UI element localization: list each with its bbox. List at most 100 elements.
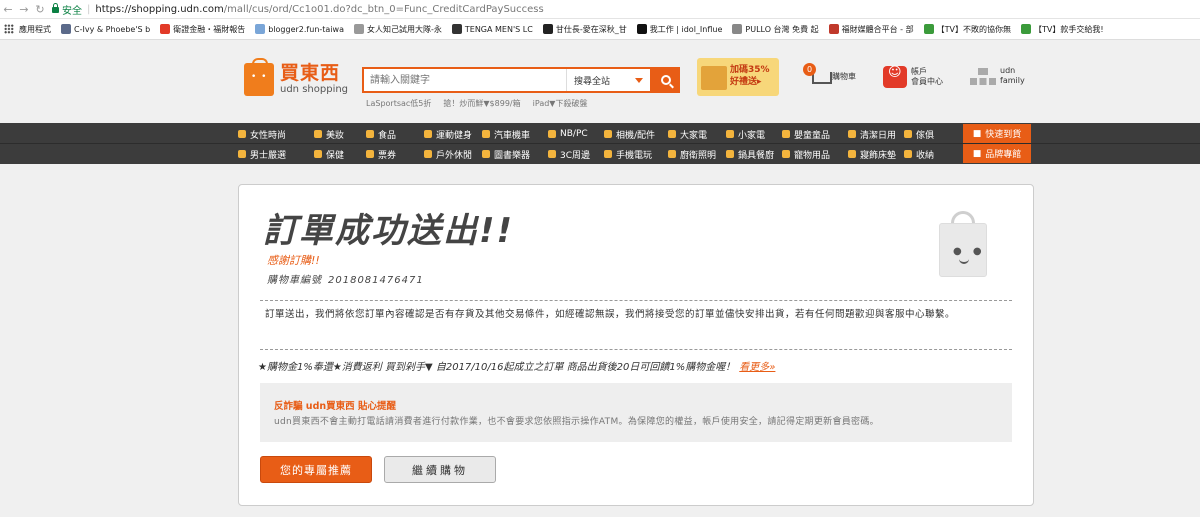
bookmark-item[interactable]: TENGA MEN'S LC — [451, 24, 533, 34]
category-label: 鍋具餐廚 — [738, 150, 775, 161]
hot-keyword[interactable]: iPad▼下殺破盤 — [533, 98, 588, 109]
hot-keyword[interactable]: LaSportsac低5折 — [366, 98, 431, 109]
category-link[interactable]: 3C周邊 — [548, 148, 604, 161]
category-label: 票券 — [378, 150, 397, 161]
bookmark-item[interactable]: 福財媒體合平台 - 部 — [828, 24, 914, 35]
category-link[interactable]: 女性時尚 — [238, 128, 314, 141]
category-link[interactable]: 汽車機車 — [482, 128, 548, 141]
member-label-2: 會員中心 — [911, 77, 943, 86]
notice-body: udn買東西不會主動打電話請消費者進行付款作業，也不會要求您依照指示操作ATM。… — [274, 417, 879, 427]
category-link[interactable]: 廚衛照明 — [668, 148, 726, 161]
bookmark-item[interactable]: 【TV】不敗的協你無 — [923, 24, 1011, 35]
order-number-label: 購物車編號 — [267, 275, 322, 286]
see-more-link[interactable]: 看更多» — [739, 362, 775, 373]
category-link[interactable]: 食品 — [366, 128, 424, 141]
brand-hall-link[interactable]: ■ 品牌專館 — [963, 144, 1031, 163]
category-row-1: 女性時尚 美妝 食品 運動健身 汽車機車 NB/PC 相機/配件 大家電 小家電 嬰童童品 清潔日用… — [238, 124, 958, 144]
category-icon — [782, 150, 790, 158]
shopping-bag-icon: ● ● — [939, 211, 987, 277]
bookmark-favicon-icon — [542, 24, 553, 34]
category-link[interactable]: 票券 — [366, 148, 424, 161]
family-label-2: family — [1000, 76, 1025, 85]
promo-banner[interactable]: 加碼35% 好禮送▸ — [697, 58, 779, 96]
category-icon — [424, 150, 432, 158]
sitemap-icon — [970, 66, 996, 86]
category-label: 相機/配件 — [616, 130, 656, 141]
category-label: 廚衛照明 — [680, 150, 717, 161]
bookmark-label: TENGA MEN'S LC — [464, 24, 533, 34]
bookmark-item[interactable]: 衛證金融・福財報告 — [160, 24, 245, 35]
bookmark-label: 福財媒體合平台 - 部 — [841, 24, 914, 34]
cashback-text: ★購物金1%奉還★消費返利 買到剁手▼ 自2017/10/16起成立之訂單 商品… — [258, 362, 736, 373]
anti-fraud-notice: 反詐騙 udn買東西 貼心提醒 udn買東西不會主動打電話請消費者進行付款作業，… — [260, 383, 1012, 442]
category-link[interactable]: 鍋具餐廚 — [726, 148, 782, 161]
category-link[interactable]: 美妝 — [314, 128, 366, 141]
category-link[interactable]: 傢俱 — [904, 128, 958, 141]
category-link[interactable]: 寢飾床墊 — [848, 148, 904, 161]
bookmark-favicon-icon — [828, 24, 839, 34]
category-link[interactable]: 收納 — [904, 148, 958, 161]
category-icon — [548, 150, 556, 158]
cart-link[interactable]: 0 購物車 — [803, 63, 856, 88]
category-link[interactable]: 手機電玩 — [604, 148, 668, 161]
category-icon — [366, 130, 374, 138]
back-icon[interactable]: ← — [0, 3, 16, 16]
secure-indicator[interactable]: 安全 — [52, 2, 82, 17]
category-icon — [904, 130, 912, 138]
url-field[interactable]: https://shopping.udn.com/mall/cus/ord/Cc… — [95, 4, 543, 15]
category-link[interactable]: 相機/配件 — [604, 128, 668, 141]
category-link[interactable]: 保健 — [314, 148, 366, 161]
browser-address-bar: ← → ↻ 安全 | https://shopping.udn.com/mall… — [0, 0, 1200, 19]
category-icon — [604, 150, 612, 158]
udn-family-link[interactable]: udn family — [970, 66, 1025, 86]
continue-shopping-button[interactable]: 繼續購物 — [384, 456, 496, 483]
category-bar: 女性時尚 美妝 食品 運動健身 汽車機車 NB/PC 相機/配件 大家電 小家電 嬰童童品 清潔日用… — [0, 123, 1200, 164]
cashback-promo: ★購物金1%奉還★消費返利 買到剁手▼ 自2017/10/16起成立之訂單 商品… — [258, 358, 775, 373]
category-link[interactable]: NB/PC — [548, 129, 604, 139]
search-scope-select[interactable]: 搜尋全站 — [566, 69, 650, 91]
category-icon — [604, 130, 612, 138]
category-link[interactable]: 寵物用品 — [782, 148, 848, 161]
fast-delivery-link[interactable]: ■ 快速到貨 — [963, 124, 1031, 143]
search-input[interactable] — [364, 69, 566, 91]
category-link[interactable]: 嬰童童品 — [782, 128, 848, 141]
member-center-link[interactable]: 帳戶 會員中心 — [883, 66, 943, 88]
category-link[interactable]: 大家電 — [668, 128, 726, 141]
bookmark-item[interactable]: C-Ivy & Phoebe'S b — [61, 24, 150, 34]
category-link[interactable]: 圖書樂器 — [482, 148, 548, 161]
category-icon — [904, 150, 912, 158]
hot-keyword[interactable]: 搶！炒而鮮▼$899/箱 — [443, 98, 520, 109]
bookmark-label: 女人知己試用大隊-永 — [366, 24, 442, 34]
category-label: 美妝 — [326, 130, 345, 141]
bookmark-item[interactable]: PULLO 台灣 免費 起 — [732, 24, 819, 35]
bookmark-item[interactable]: 女人知己試用大隊-永 — [353, 24, 442, 35]
category-label: 圖書樂器 — [494, 150, 531, 161]
category-link[interactable]: 小家電 — [726, 128, 782, 141]
site-logo[interactable]: 買東西 udn shopping — [244, 57, 354, 97]
member-label-1: 帳戶 — [911, 67, 927, 76]
order-success-panel: 訂單成功送出!! 感謝訂購!! 購物車編號 2018081476471 ● ● 訂… — [238, 184, 1034, 506]
category-link[interactable]: 戶外休閒 — [424, 148, 482, 161]
category-label: 清潔日用 — [860, 130, 897, 141]
category-link[interactable]: 運動健身 — [424, 128, 482, 141]
forward-icon[interactable]: → — [16, 3, 32, 16]
category-label: 手機電玩 — [616, 150, 653, 161]
recommend-button[interactable]: 您的專屬推薦 — [260, 456, 372, 483]
bookmark-item[interactable]: 我工作 | idol_Influe — [636, 24, 722, 35]
category-label: 傢俱 — [916, 130, 935, 141]
site-header: 買東西 udn shopping 搜尋全站 LaSportsac低5折 搶！炒而… — [0, 41, 1200, 162]
search-button[interactable] — [652, 67, 680, 93]
bookmark-favicon-icon — [1020, 24, 1031, 34]
cart-icon: 0 — [803, 63, 832, 88]
reload-icon[interactable]: ↻ — [32, 3, 48, 16]
bookmark-item[interactable]: 【TV】款手交給我! — [1020, 24, 1104, 35]
cart-count-badge: 0 — [803, 63, 816, 76]
bookmark-item[interactable]: blogger2.fun-taiwa — [255, 24, 344, 34]
apps-grid-icon[interactable] — [4, 24, 14, 34]
bookmark-item[interactable]: 應用程式 — [19, 24, 51, 35]
category-link[interactable]: 男士嚴選 — [238, 148, 314, 161]
bookmark-item[interactable]: 甘仕長-愛在深秋_甘 — [542, 24, 627, 35]
category-icon — [482, 130, 490, 138]
category-link[interactable]: 清潔日用 — [848, 128, 904, 141]
bookmark-favicon-icon — [353, 24, 364, 34]
